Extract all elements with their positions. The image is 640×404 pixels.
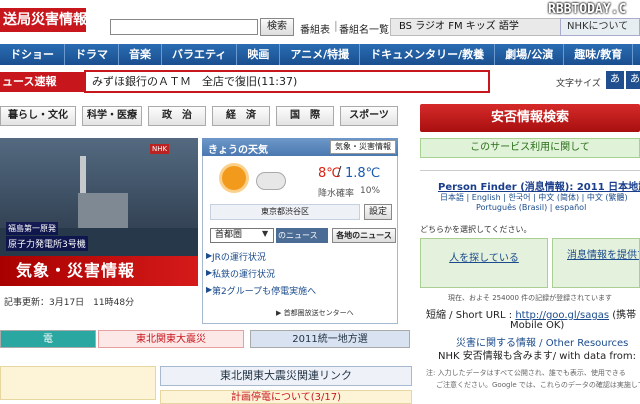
category-politics[interactable]: 政 治 <box>148 106 206 126</box>
location-settings-button[interactable]: 設定 <box>364 204 392 220</box>
nav-item[interactable]: 音楽 <box>119 44 162 65</box>
region-news-label: のニュース <box>276 228 328 243</box>
photo-caption: 福島第一原発 <box>6 222 58 235</box>
divider <box>420 170 640 171</box>
nav-item[interactable]: ドキュメンタリー/教養 <box>360 44 496 65</box>
weather-title: きょうの天気 <box>208 145 268 156</box>
font-size-label: 文字サイズ <box>556 79 601 89</box>
provide-info-button[interactable]: 消息情報を提供する <box>552 238 640 288</box>
cloud-icon <box>256 172 286 190</box>
nav-item[interactable]: ドショー <box>0 44 65 65</box>
select-prompt: どちらかを選択してください。 <box>420 225 532 234</box>
site-logo[interactable]: 送局災害情報 <box>0 8 86 32</box>
search-button[interactable]: 検索 <box>260 18 294 36</box>
plant-building <box>78 193 128 233</box>
nhk-about-link[interactable]: NHKについて <box>560 18 640 36</box>
temperature-low: 1.8℃ <box>345 166 381 181</box>
nhk-data-note: NHK 安否情報も含みます/ with data from: <box>438 351 637 362</box>
program-list-link[interactable]: 番組名一覧 <box>339 21 389 36</box>
broadcast-badge: NHK <box>150 144 170 154</box>
nav-item[interactable]: ドラマ <box>65 44 119 65</box>
quake-links-button[interactable]: 東北関東大震災関連リンク <box>160 366 412 386</box>
bottom-left-panel <box>0 366 156 400</box>
category-sports[interactable]: スポーツ <box>340 106 398 126</box>
rain-chance-label: 降水確率 <box>318 189 355 199</box>
news-photo[interactable]: NHK 福島第一原発 原子力発電所3号機 <box>0 138 198 260</box>
update-timestamp: 記事更新：3月17日 11時48分 <box>4 298 135 308</box>
weather-info-button[interactable]: 気象・災害情報 <box>330 140 396 154</box>
news-link[interactable]: 第2グループも停電実施へ <box>212 284 316 297</box>
program-guide-link[interactable]: 番組表 <box>300 21 330 36</box>
language-links[interactable]: 日本語 | English | 한국어 | 中文 (简体) | 中文 (繁體) <box>440 192 628 203</box>
service-about-link[interactable]: このサービス利用に関して <box>420 138 640 158</box>
category-science[interactable]: 科学・医療 <box>82 106 142 126</box>
category-international[interactable]: 国 際 <box>276 106 334 126</box>
photo-caption: 原子力発電所3号機 <box>6 236 88 251</box>
genre-nav: ドショー ドラマ 音楽 バラエティ 映画 アニメ/特撮 ドキュメンタリー/教養 … <box>0 44 640 65</box>
news-flash-label: ュース速報 <box>0 72 84 92</box>
nav-item[interactable]: バラエティ <box>162 44 238 65</box>
nav-item[interactable]: 趣味/教育 <box>564 44 634 65</box>
font-size-large-button[interactable]: あ <box>626 71 640 89</box>
short-url-suffix: (携帯 <box>609 310 637 321</box>
tab-election[interactable]: 2011統一地方選 <box>250 330 410 348</box>
short-url-line: 短縮 / Short URL : http://goo.gl/sagas (携帯 <box>426 306 636 321</box>
watermark: RBBTODAY.C <box>548 2 627 17</box>
category-economy[interactable]: 経 済 <box>212 106 270 126</box>
short-url-label: 短縮 / Short URL : <box>426 310 516 321</box>
sun-icon <box>222 166 246 190</box>
rain-chance-value: 10% <box>360 186 381 196</box>
nav-item[interactable]: 映画 <box>237 44 281 65</box>
nav-item[interactable]: 劇場/公演 <box>495 44 565 65</box>
language-links[interactable]: Português (Brasil) | español <box>476 203 586 212</box>
disclaimer-text: 注: 入力したデータはすべて公開され、誰でも表示、使用できる <box>426 369 626 377</box>
mobile-note: Mobile OK) <box>510 320 565 331</box>
chevron-down-icon[interactable]: ▼ <box>262 229 268 238</box>
location-display: 東京都渋谷区 <box>210 204 360 220</box>
nav-item[interactable]: アニメ/特撮 <box>280 44 361 65</box>
person-finder-title[interactable]: Person Finder (消息情報): 2011 日本地震 <box>438 178 640 193</box>
tab-power[interactable]: 電 <box>0 330 96 348</box>
power-outage-link[interactable]: 計画停電について(3/17) <box>160 390 412 404</box>
temperature-separator: / <box>337 165 342 180</box>
disclaimer-text: ご注意ください。Google では、これらのデータの確認は実施しており <box>436 381 640 389</box>
local-news-button[interactable]: 各地のニュース <box>332 228 396 243</box>
safety-search-button[interactable]: 安否情報検索 <box>420 104 640 132</box>
separator: | <box>334 19 338 32</box>
find-person-button[interactable]: 人を探している <box>420 238 548 288</box>
news-link[interactable]: JRの運行状況 <box>212 250 266 263</box>
category-culture[interactable]: 暮らし・文化 <box>0 106 76 126</box>
search-input[interactable] <box>110 19 258 35</box>
news-flash-ticker[interactable]: みずほ銀行のＡＴＭ 全店で復旧(11:37) <box>84 70 490 93</box>
font-size-small-button[interactable]: あ <box>606 71 624 89</box>
tab-earthquake[interactable]: 東北関東大震災 <box>98 330 244 348</box>
news-link[interactable]: 私鉄の運行状況 <box>212 267 275 280</box>
record-count: 現在、およそ 254000 件の記録が登録されています <box>448 294 612 302</box>
weather-disaster-banner[interactable]: 気象・災害情報 <box>0 256 198 286</box>
tokyo-center-link[interactable]: ▶ 首都圏放送センターへ <box>276 308 354 318</box>
